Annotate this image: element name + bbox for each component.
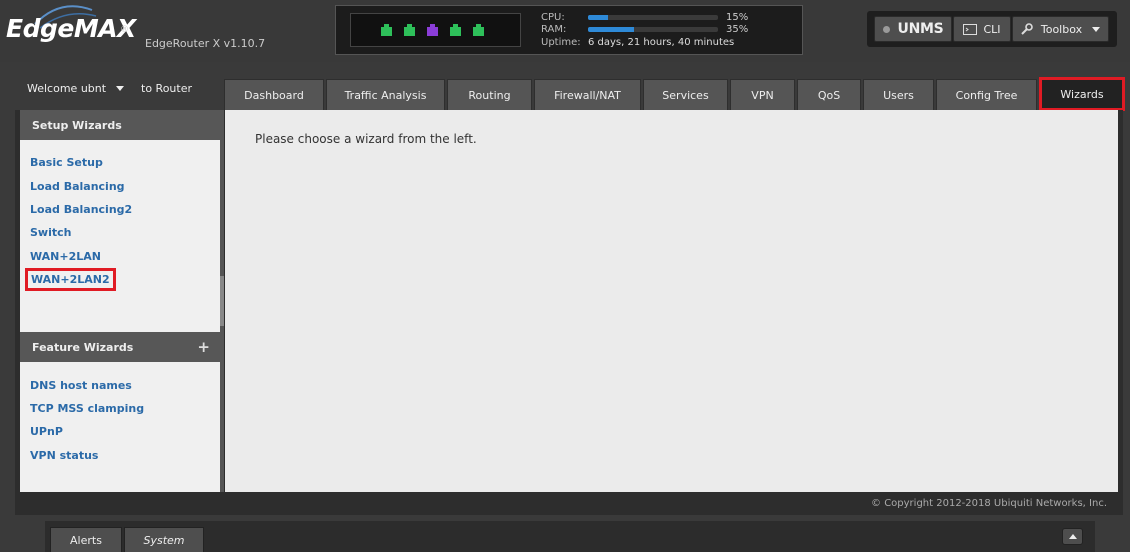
to-router-label: to Router <box>141 82 192 95</box>
user-menu[interactable]: Welcome ubnt <box>27 82 125 95</box>
port-icon[interactable] <box>427 24 438 36</box>
tab-firewall-nat[interactable]: Firewall/NAT <box>534 79 641 110</box>
cpu-label: CPU: <box>541 12 565 23</box>
header: EdgeMAX ® EdgeRouter X v1.10.7 CPU: 15% … <box>0 0 1130 62</box>
logo: EdgeMAX <box>6 14 136 43</box>
main-panel: Please choose a wizard from the left. <box>225 110 1118 492</box>
sidebar-item-wan-2lan2[interactable]: WAN+2LAN2 <box>25 268 116 291</box>
tab-config-tree[interactable]: Config Tree <box>936 79 1037 110</box>
chevron-down-icon <box>116 86 125 91</box>
cpu-value: 15% <box>726 12 749 23</box>
cli-button[interactable]: CLI <box>953 16 1011 42</box>
ram-bar-fill <box>588 27 634 32</box>
welcome-label: Welcome ubnt <box>27 82 107 95</box>
sidebar-scrollbar[interactable] <box>220 110 224 492</box>
port-icon[interactable] <box>450 24 461 36</box>
cpu-bar <box>588 15 718 20</box>
port-status-box[interactable] <box>350 13 521 47</box>
toolbox-button[interactable]: Toolbox <box>1012 16 1109 42</box>
sidebar-item-switch[interactable]: Switch <box>30 226 71 239</box>
status-panel: CPU: 15% RAM: 35% Uptime: 6 days, 21 hou… <box>335 5 803 55</box>
ram-value: 35% <box>726 24 749 35</box>
ram-bar <box>588 27 718 32</box>
sidebar-item-dns-host-names[interactable]: DNS host names <box>30 379 132 392</box>
tab-services[interactable]: Services <box>643 79 728 110</box>
status-dot-icon <box>882 25 890 33</box>
tab-dashboard[interactable]: Dashboard <box>224 79 324 110</box>
tab-qos[interactable]: QoS <box>797 79 861 110</box>
cli-label: CLI <box>983 22 1001 36</box>
sidebar-item-tcp-mss-clamping[interactable]: TCP MSS clamping <box>30 402 144 415</box>
uptime-value: 6 days, 21 hours, 40 minutes <box>588 37 735 48</box>
setup-wizards-title: Setup Wizards <box>32 118 122 132</box>
feature-wizards-header[interactable]: Feature Wizards + <box>20 332 220 362</box>
copyright: © Copyright 2012-2018 Ubiquiti Networks,… <box>871 498 1107 509</box>
tab-traffic-analysis[interactable]: Traffic Analysis <box>326 79 445 110</box>
wrench-icon <box>1021 23 1033 35</box>
tab-routing[interactable]: Routing <box>447 79 532 110</box>
footer-bar: Alerts System <box>45 521 1095 552</box>
footer-toggle-button[interactable] <box>1062 528 1083 545</box>
uptime-label: Uptime: <box>541 37 581 48</box>
port-icon[interactable] <box>381 24 392 36</box>
main-message: Please choose a wizard from the left. <box>255 132 477 146</box>
toolbar: UNMS CLI Toolbox <box>867 11 1117 47</box>
ram-label: RAM: <box>541 24 567 35</box>
content-area: Setup Wizards Basic Setup Load Balancing… <box>15 110 1123 515</box>
cpu-bar-fill <box>588 15 608 20</box>
sidebar-item-load-balancing[interactable]: Load Balancing <box>30 180 125 193</box>
port-icon[interactable] <box>473 24 484 36</box>
tab-wizards[interactable]: Wizards <box>1039 77 1125 111</box>
expand-plus-icon[interactable]: + <box>197 338 210 356</box>
navbar: Welcome ubnt to Router Dashboard Traffic… <box>0 62 1130 111</box>
sidebar: Setup Wizards Basic Setup Load Balancing… <box>20 110 220 492</box>
tab-vpn[interactable]: VPN <box>730 79 795 110</box>
logo-registered-mark: ® <box>120 25 129 35</box>
sidebar-item-vpn-status[interactable]: VPN status <box>30 449 98 462</box>
terminal-icon <box>963 23 978 35</box>
device-version: EdgeRouter X v1.10.7 <box>145 37 266 50</box>
setup-wizards-header[interactable]: Setup Wizards <box>20 110 220 140</box>
sidebar-item-load-balancing2[interactable]: Load Balancing2 <box>30 203 132 216</box>
port-icon[interactable] <box>404 24 415 36</box>
unms-button[interactable]: UNMS <box>874 16 952 42</box>
scrollbar-thumb[interactable] <box>220 276 224 326</box>
sidebar-item-basic-setup[interactable]: Basic Setup <box>30 156 103 169</box>
sidebar-item-upnp[interactable]: UPnP <box>30 425 63 438</box>
feature-wizards-title: Feature Wizards <box>32 340 134 354</box>
chevron-down-icon <box>1092 26 1101 32</box>
tab-users[interactable]: Users <box>863 79 934 110</box>
unms-label: UNMS <box>897 21 944 37</box>
chevron-up-icon <box>1069 534 1077 539</box>
system-tab[interactable]: System <box>124 527 204 552</box>
toolbox-label: Toolbox <box>1040 22 1083 36</box>
sidebar-item-wan-2lan[interactable]: WAN+2LAN <box>30 250 101 263</box>
alerts-tab[interactable]: Alerts <box>50 527 122 552</box>
